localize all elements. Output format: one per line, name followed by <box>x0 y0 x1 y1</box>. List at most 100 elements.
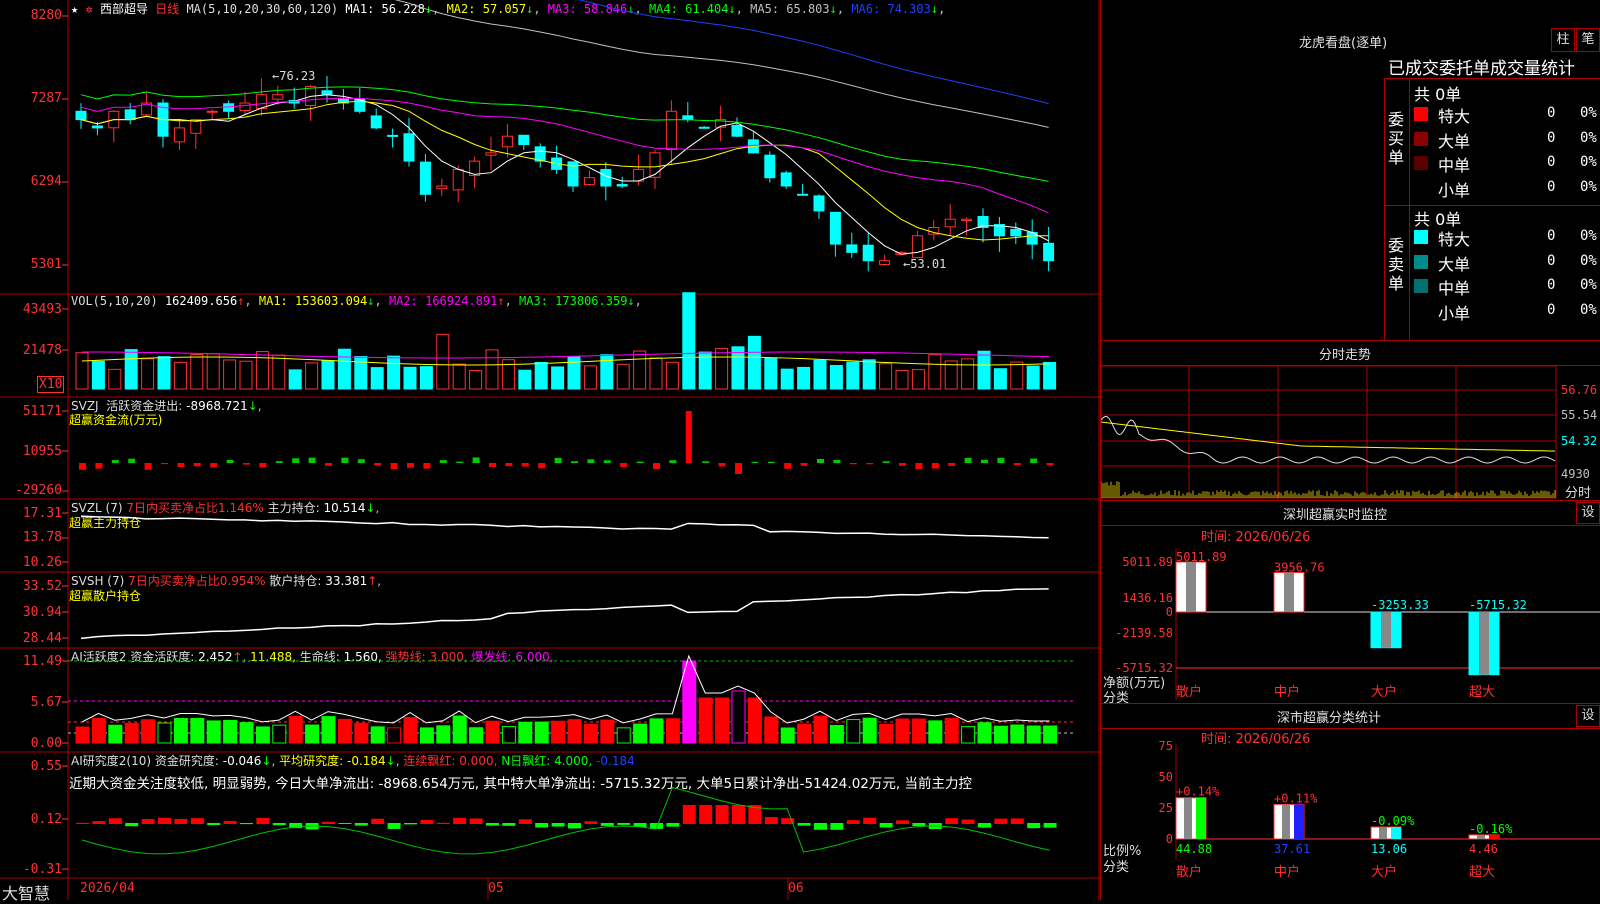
candle-body <box>846 244 858 253</box>
candle-body <box>255 94 267 109</box>
fund-flow-bar <box>554 457 562 463</box>
intraday-avg-line <box>1101 421 1556 452</box>
fund-flow-bar <box>653 463 660 469</box>
fund-flow-bar <box>849 463 857 465</box>
candle-body <box>1010 228 1022 237</box>
candle-body <box>944 218 956 228</box>
volume-bar <box>961 358 975 390</box>
research-bar <box>338 823 352 825</box>
activity-bar <box>682 660 697 744</box>
research-bar <box>600 823 614 826</box>
volume-bar <box>846 361 860 390</box>
fund-flow-bar <box>407 463 414 468</box>
activity-bar <box>567 719 582 744</box>
activity-bar <box>616 727 631 744</box>
volume-bar <box>239 360 253 390</box>
activity-bar <box>288 715 303 744</box>
fund-flow-bar <box>472 457 480 463</box>
candle-body <box>649 152 661 178</box>
activity-bar <box>321 716 336 744</box>
class-category-label: 中户 <box>1274 864 1300 880</box>
candle-body <box>961 218 973 222</box>
activity-bar <box>272 724 287 744</box>
activity-bar <box>436 725 451 744</box>
class-y-tick: 75 <box>1159 739 1173 753</box>
activity-bar <box>1010 724 1025 744</box>
research-bar <box>978 823 991 828</box>
fund-flow-bar <box>161 463 168 465</box>
research-bar <box>846 820 860 824</box>
activity-bar <box>944 718 959 744</box>
candle-body <box>616 184 628 187</box>
class-bar-shade <box>1379 826 1387 839</box>
volume-bar <box>1043 361 1057 390</box>
candle-body <box>534 146 546 162</box>
volume-bar <box>977 350 991 390</box>
activity-bar <box>715 697 730 744</box>
candle-body <box>1043 242 1055 262</box>
activity-bar <box>485 720 500 744</box>
candle-body <box>731 124 743 137</box>
candle-body <box>91 125 103 129</box>
activity-bar <box>469 727 484 744</box>
fund-flow-bar <box>931 463 939 469</box>
class-change-label: -0.16% <box>1469 822 1513 836</box>
main-holding-line <box>80 515 1049 539</box>
indicator-charts[interactable]: ←76.23 ←53.01 <box>0 0 1100 900</box>
volume-bar <box>928 354 942 390</box>
activity-bar <box>551 720 566 744</box>
volume-bar <box>813 359 827 390</box>
research-bar <box>108 818 122 824</box>
fund-flow-bar <box>981 459 988 463</box>
monitor-y-tick: 0 <box>1166 605 1173 619</box>
research-bar <box>617 823 631 825</box>
volume-bar <box>173 361 187 390</box>
monitor-y-tick: -2139.58 <box>1115 626 1173 640</box>
fund-flow-bar <box>1030 458 1038 463</box>
volume-bar <box>157 356 171 390</box>
candle-body <box>272 94 284 100</box>
fund-flow-bar <box>79 463 86 470</box>
fund-flow-bar <box>997 457 1005 463</box>
research-bar <box>420 819 434 824</box>
fund-flow-bar <box>95 463 103 469</box>
activity-bar <box>993 725 1008 744</box>
research-bar <box>1010 818 1024 824</box>
high-price-label: ←76.23 <box>272 69 315 83</box>
volume-bar <box>124 349 138 390</box>
class-bar-accent <box>1196 797 1206 839</box>
volume-bar <box>190 353 204 390</box>
candle-body <box>665 110 677 151</box>
fund-flow-bar <box>374 463 382 466</box>
fund-flow-bar <box>111 460 119 463</box>
class-value-label: 4.46 <box>1469 842 1498 856</box>
fund-flow-bar <box>767 461 775 463</box>
activity-bar <box>403 717 418 744</box>
fund-flow-bar <box>341 457 349 463</box>
volume-bar <box>1010 361 1024 390</box>
fund-flow-bar <box>308 457 316 463</box>
volume-bar <box>551 366 565 390</box>
volume-bar <box>993 368 1007 390</box>
fund-flow-bar <box>144 463 152 470</box>
candle-body <box>403 133 415 162</box>
class-change-label: +0.14% <box>1176 785 1220 799</box>
activity-bar <box>75 726 90 744</box>
research-bar <box>453 817 467 824</box>
volume-bar <box>731 346 745 390</box>
fund-flow-bar <box>784 463 792 469</box>
class-value-label: 13.06 <box>1371 842 1407 856</box>
fund-flow-bar <box>456 461 464 463</box>
candle-body <box>682 115 694 121</box>
volume-bar <box>829 364 843 390</box>
candle-body <box>583 177 595 186</box>
candle-body <box>485 152 497 156</box>
fund-flow-bar <box>505 463 513 467</box>
research-bar <box>912 823 926 826</box>
research-bar <box>1027 823 1041 829</box>
chart-area[interactable]: ★ ✲ 西部超导 日线 MA(5,10,20,30,60,120) MA1: 5… <box>0 0 1100 903</box>
volume-bar <box>272 354 286 390</box>
activity-bar <box>698 697 713 744</box>
research-bar <box>174 818 188 824</box>
activity-bar <box>600 719 615 744</box>
